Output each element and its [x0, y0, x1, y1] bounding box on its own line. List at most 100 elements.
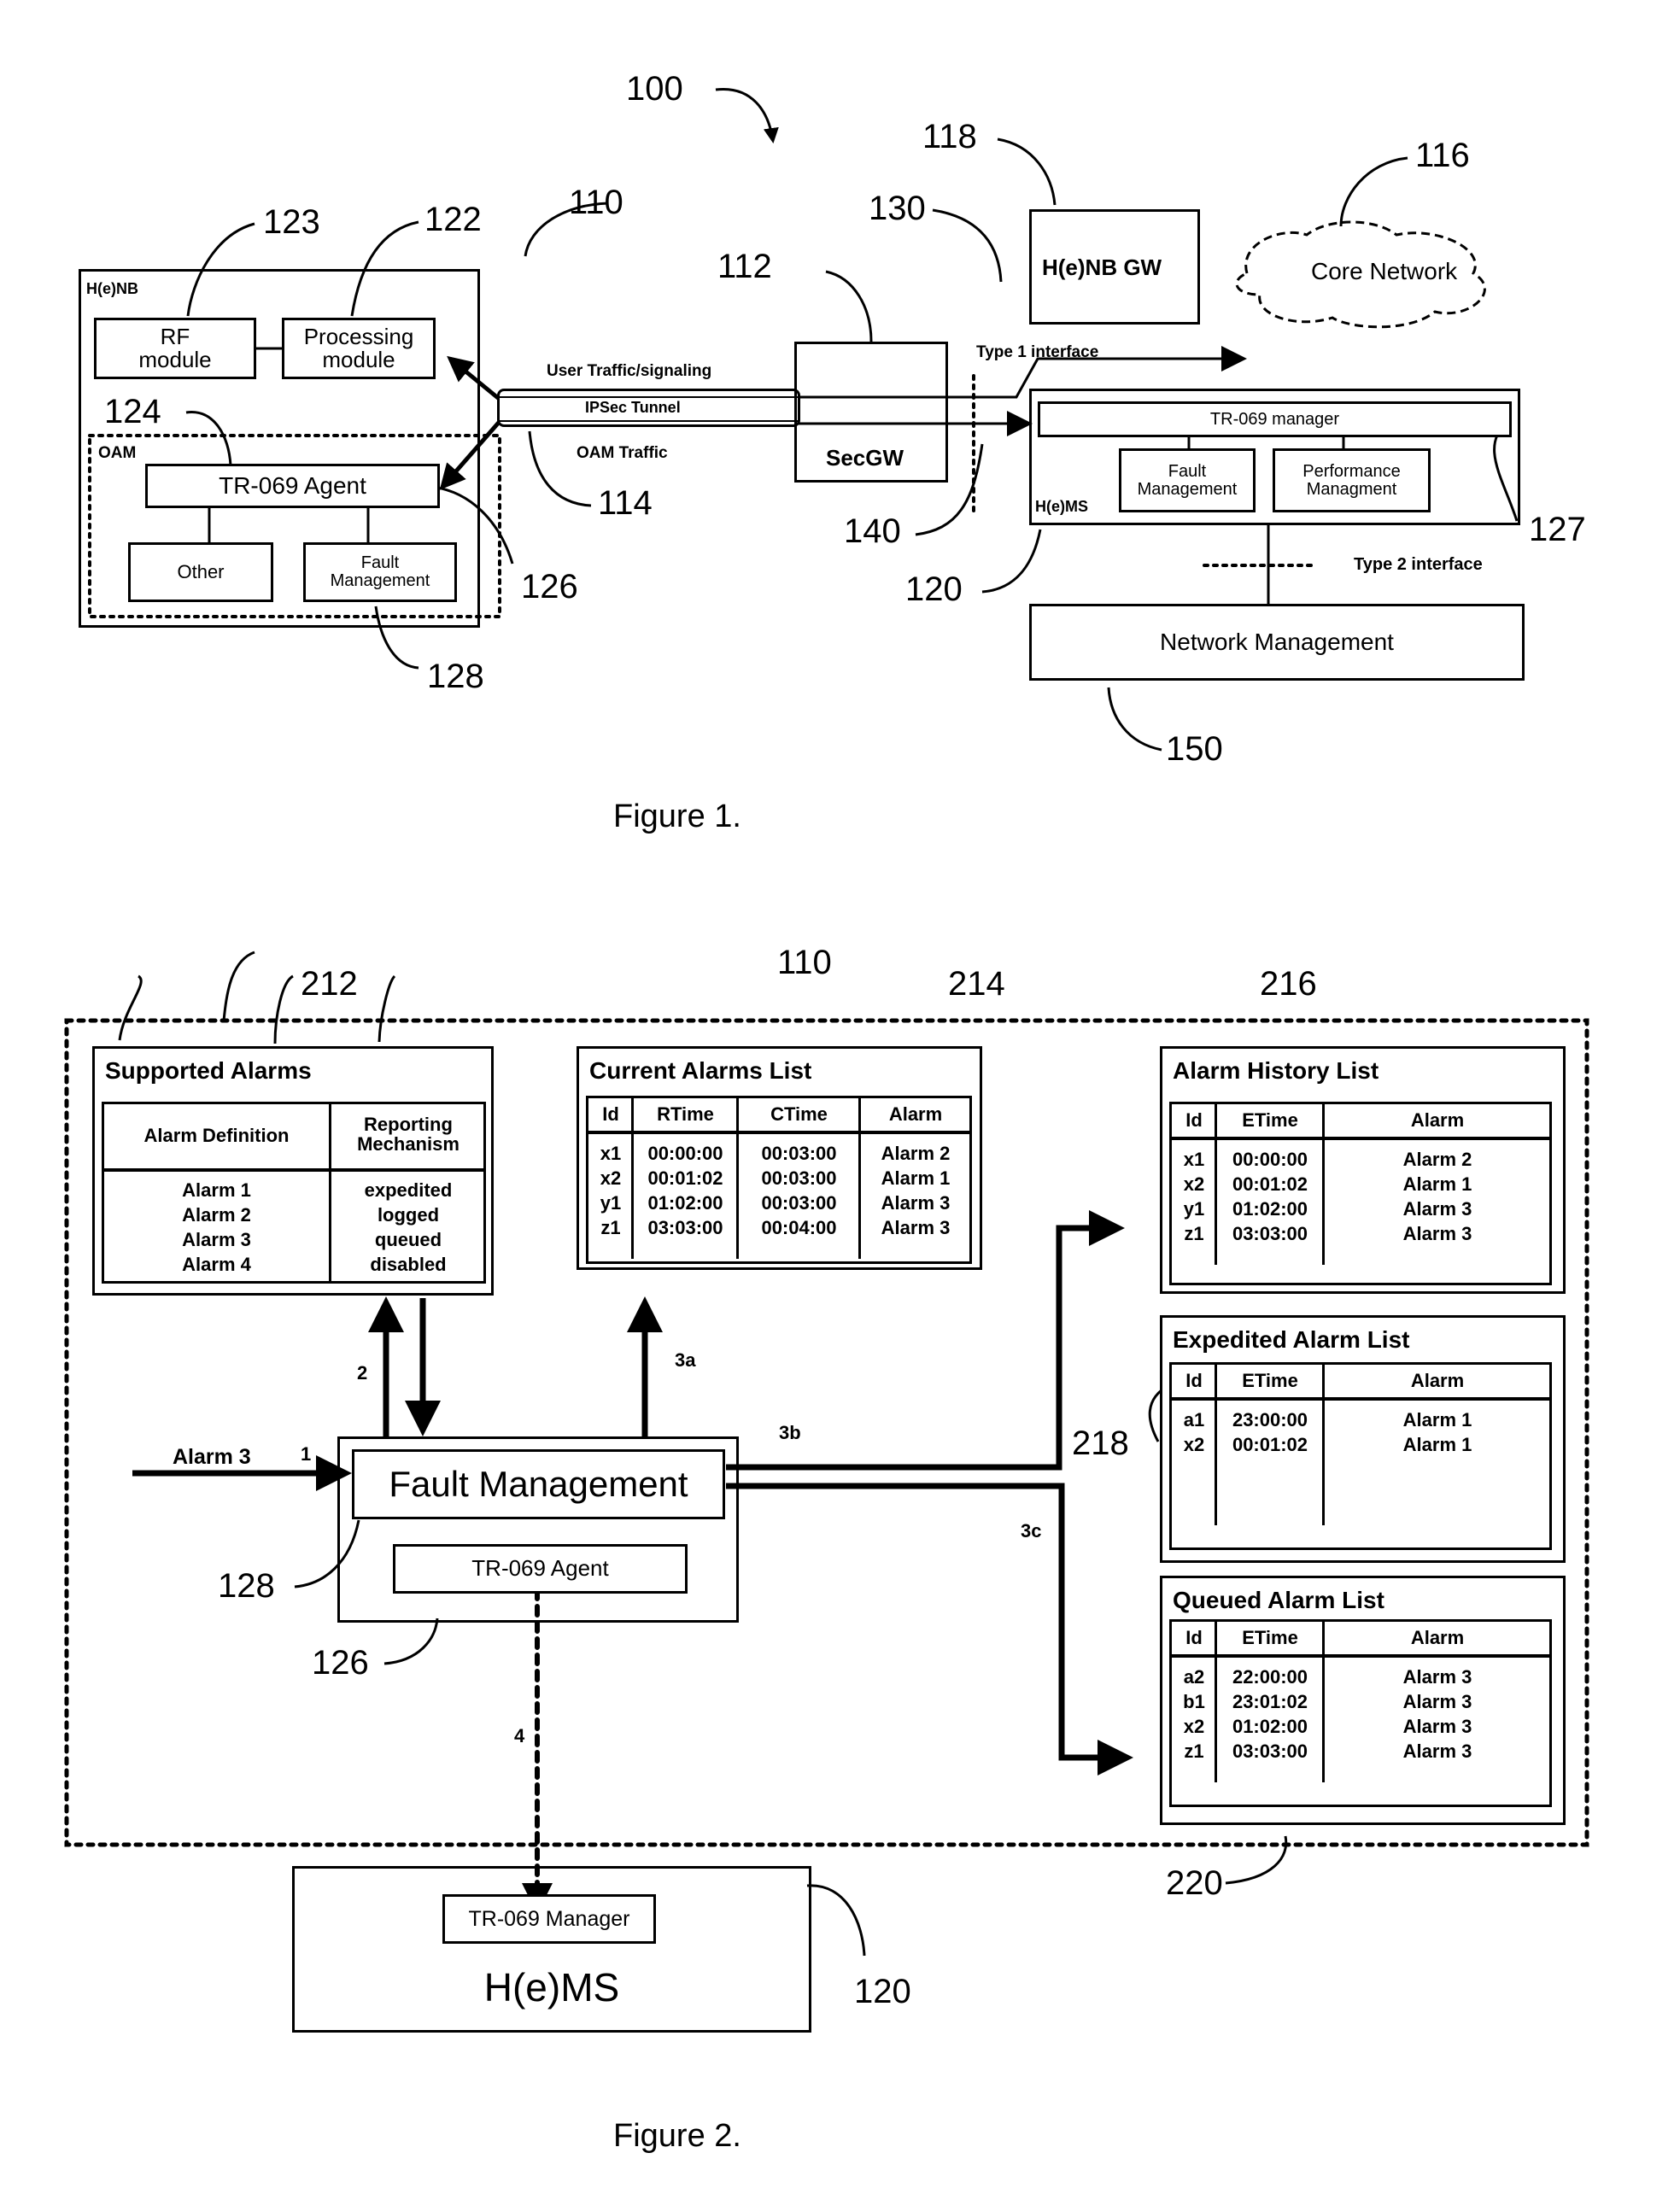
ref-110: 110 [569, 184, 623, 221]
table-cell: 00:01:02 [647, 1167, 723, 1189]
henb-gw-box: H(e)NB GW [1029, 209, 1200, 325]
secgw-label: SecGW [826, 445, 904, 471]
leader-212 [118, 974, 143, 1041]
table-cell: Alarm 3 [1402, 1716, 1472, 1737]
table-cell: 01:02:00 [1232, 1198, 1308, 1220]
col-alarm: Alarm [1410, 1627, 1465, 1648]
table-cell: 00:03:00 [761, 1167, 837, 1189]
ref-128: 128 [427, 658, 484, 695]
table-cell: Alarm 3 [1402, 1666, 1472, 1688]
queued-alarms-table: Id ETime Alarm a2 22:00:00 Alarm 3 b1 23:01:02 A… [1169, 1619, 1552, 1807]
table-row: b1 23:01:02 Alarm 3 [1172, 1691, 1549, 1716]
table-row: z1 03:03:00 Alarm 3 [1172, 1223, 1549, 1248]
current-alarms-header-row: Id RTime CTime Alarm [588, 1098, 969, 1134]
table-cell: z1 [600, 1217, 621, 1238]
oam-label: OAM [98, 444, 137, 462]
leader-120 [981, 529, 1042, 594]
table-cell: y1 [600, 1192, 622, 1214]
table-cell: 00:00:00 [1232, 1149, 1308, 1170]
hems-label: H(e)MS [1035, 498, 1088, 515]
table-cell: 23:00:00 [1232, 1409, 1308, 1430]
queued-alarms-panel: Queued Alarm List Id ETime Alarm a2 22:00:00… [1160, 1576, 1566, 1825]
table-row: x2 00:01:02 00:03:00 Alarm 1 [588, 1167, 969, 1192]
queued-alarms-header-row: Id ETime Alarm [1172, 1622, 1549, 1658]
table-row: a1 23:00:00 Alarm 1 [1172, 1409, 1549, 1434]
table-cell: Alarm 4 [182, 1254, 251, 1275]
ref-128-fig2: 128 [218, 1567, 275, 1605]
processing-module: Processing module [282, 318, 436, 379]
alarm-history-title: Alarm History List [1173, 1057, 1379, 1084]
hems-fm-line1: Fault [1168, 461, 1207, 481]
table-cell: queued [374, 1229, 442, 1250]
ref-120: 120 [905, 570, 963, 608]
current-alarms-panel: Current Alarms List Id RTime CTime Alarm x1 0… [577, 1046, 982, 1270]
col-etime: ETime [1242, 1370, 1298, 1391]
ref-150: 150 [1166, 730, 1223, 768]
henb-gw-label: H(e)NB GW [1042, 254, 1162, 280]
rf-module: RF module [94, 318, 256, 379]
table-cell: b1 [1183, 1691, 1205, 1712]
type2-interface-label: Type 2 interface [1354, 555, 1483, 574]
table-cell: Alarm 3 [1402, 1223, 1472, 1244]
table-row: x2 01:02:00 Alarm 3 [1172, 1716, 1549, 1740]
table-cell: z1 [1184, 1740, 1204, 1762]
arrow-3c [726, 1483, 1133, 1776]
table-cell: 03:03:00 [1232, 1223, 1308, 1244]
user-traffic-label: User Traffic/signaling [547, 362, 712, 380]
ref-116: 116 [1415, 137, 1470, 174]
leader-118 [997, 137, 1057, 206]
supported-alarms-panel: Supported Alarms Alarm Definition Report… [92, 1046, 494, 1296]
table-cell: Alarm 3 [1402, 1691, 1472, 1712]
leader-216 [378, 974, 396, 1043]
table-row: x2 00:01:02 Alarm 1 [1172, 1173, 1549, 1198]
table-cell: Alarm 3 [881, 1192, 951, 1214]
tr069-agent-box: TR-069 Agent [145, 464, 440, 508]
table-cell: expedited [364, 1179, 453, 1201]
figure-2-caption: Figure 2. [613, 2118, 741, 2154]
col-etime: ETime [1242, 1109, 1298, 1131]
table-cell: 03:03:00 [647, 1217, 723, 1238]
col-alarm: Alarm [888, 1103, 943, 1125]
col-rtime: RTime [657, 1103, 714, 1125]
table-row: Alarm 1 expedited [104, 1179, 483, 1204]
leader-114 [528, 430, 592, 507]
table-cell: 23:01:02 [1232, 1691, 1308, 1712]
type1-interface-label: Type 1 interface [976, 343, 1099, 361]
leader-112 [825, 270, 873, 342]
ref-110-fig2: 110 [777, 944, 832, 981]
incoming-alarm-label: Alarm 3 [173, 1445, 251, 1469]
processing-module-line1: Processing [303, 323, 414, 349]
hems-box-fig2: H(e)MS [292, 1866, 811, 2033]
table-cell: a2 [1183, 1666, 1205, 1688]
table-cell: 00:03:00 [761, 1143, 837, 1164]
henb-fault-management-box: Fault Management [303, 542, 457, 602]
hems-fault-management-box: Fault Management [1119, 448, 1256, 512]
col-alarm: Alarm [1410, 1370, 1465, 1391]
table-cell: z1 [1184, 1223, 1204, 1244]
ref-220: 220 [1166, 1864, 1223, 1902]
step-4-label: 4 [514, 1725, 525, 1746]
hems-fm-line2: Management [1137, 479, 1238, 499]
table-cell: 01:02:00 [647, 1192, 723, 1214]
ref-216: 216 [1260, 965, 1317, 1003]
col-id: Id [602, 1103, 619, 1125]
other-box: Other [128, 542, 273, 602]
table-cell: x2 [600, 1167, 622, 1189]
figure-1-caption: Figure 1. [613, 799, 741, 834]
col-alarm: Alarm [1410, 1109, 1465, 1131]
table-row: Alarm 4 disabled [104, 1254, 483, 1278]
current-alarms-table: Id RTime CTime Alarm x1 00:00:00 00:03:00 Alarm… [586, 1096, 972, 1264]
table-cell: x1 [1183, 1149, 1205, 1170]
processing-module-line2: module [322, 347, 395, 372]
table-row: x1 00:00:00 00:03:00 Alarm 2 [588, 1143, 969, 1167]
col-etime: ETime [1242, 1627, 1298, 1648]
table-row: Alarm 3 queued [104, 1229, 483, 1254]
fault-management-box: Fault Management [352, 1449, 725, 1519]
table-cell: logged [377, 1204, 440, 1226]
ref-127: 127 [1529, 511, 1586, 548]
table-cell: Alarm 3 [881, 1217, 951, 1238]
table-cell: Alarm 1 [881, 1167, 951, 1189]
ref-126-fig2: 126 [312, 1644, 369, 1682]
col-id: Id [1185, 1109, 1203, 1131]
leader-130 [932, 208, 1003, 283]
